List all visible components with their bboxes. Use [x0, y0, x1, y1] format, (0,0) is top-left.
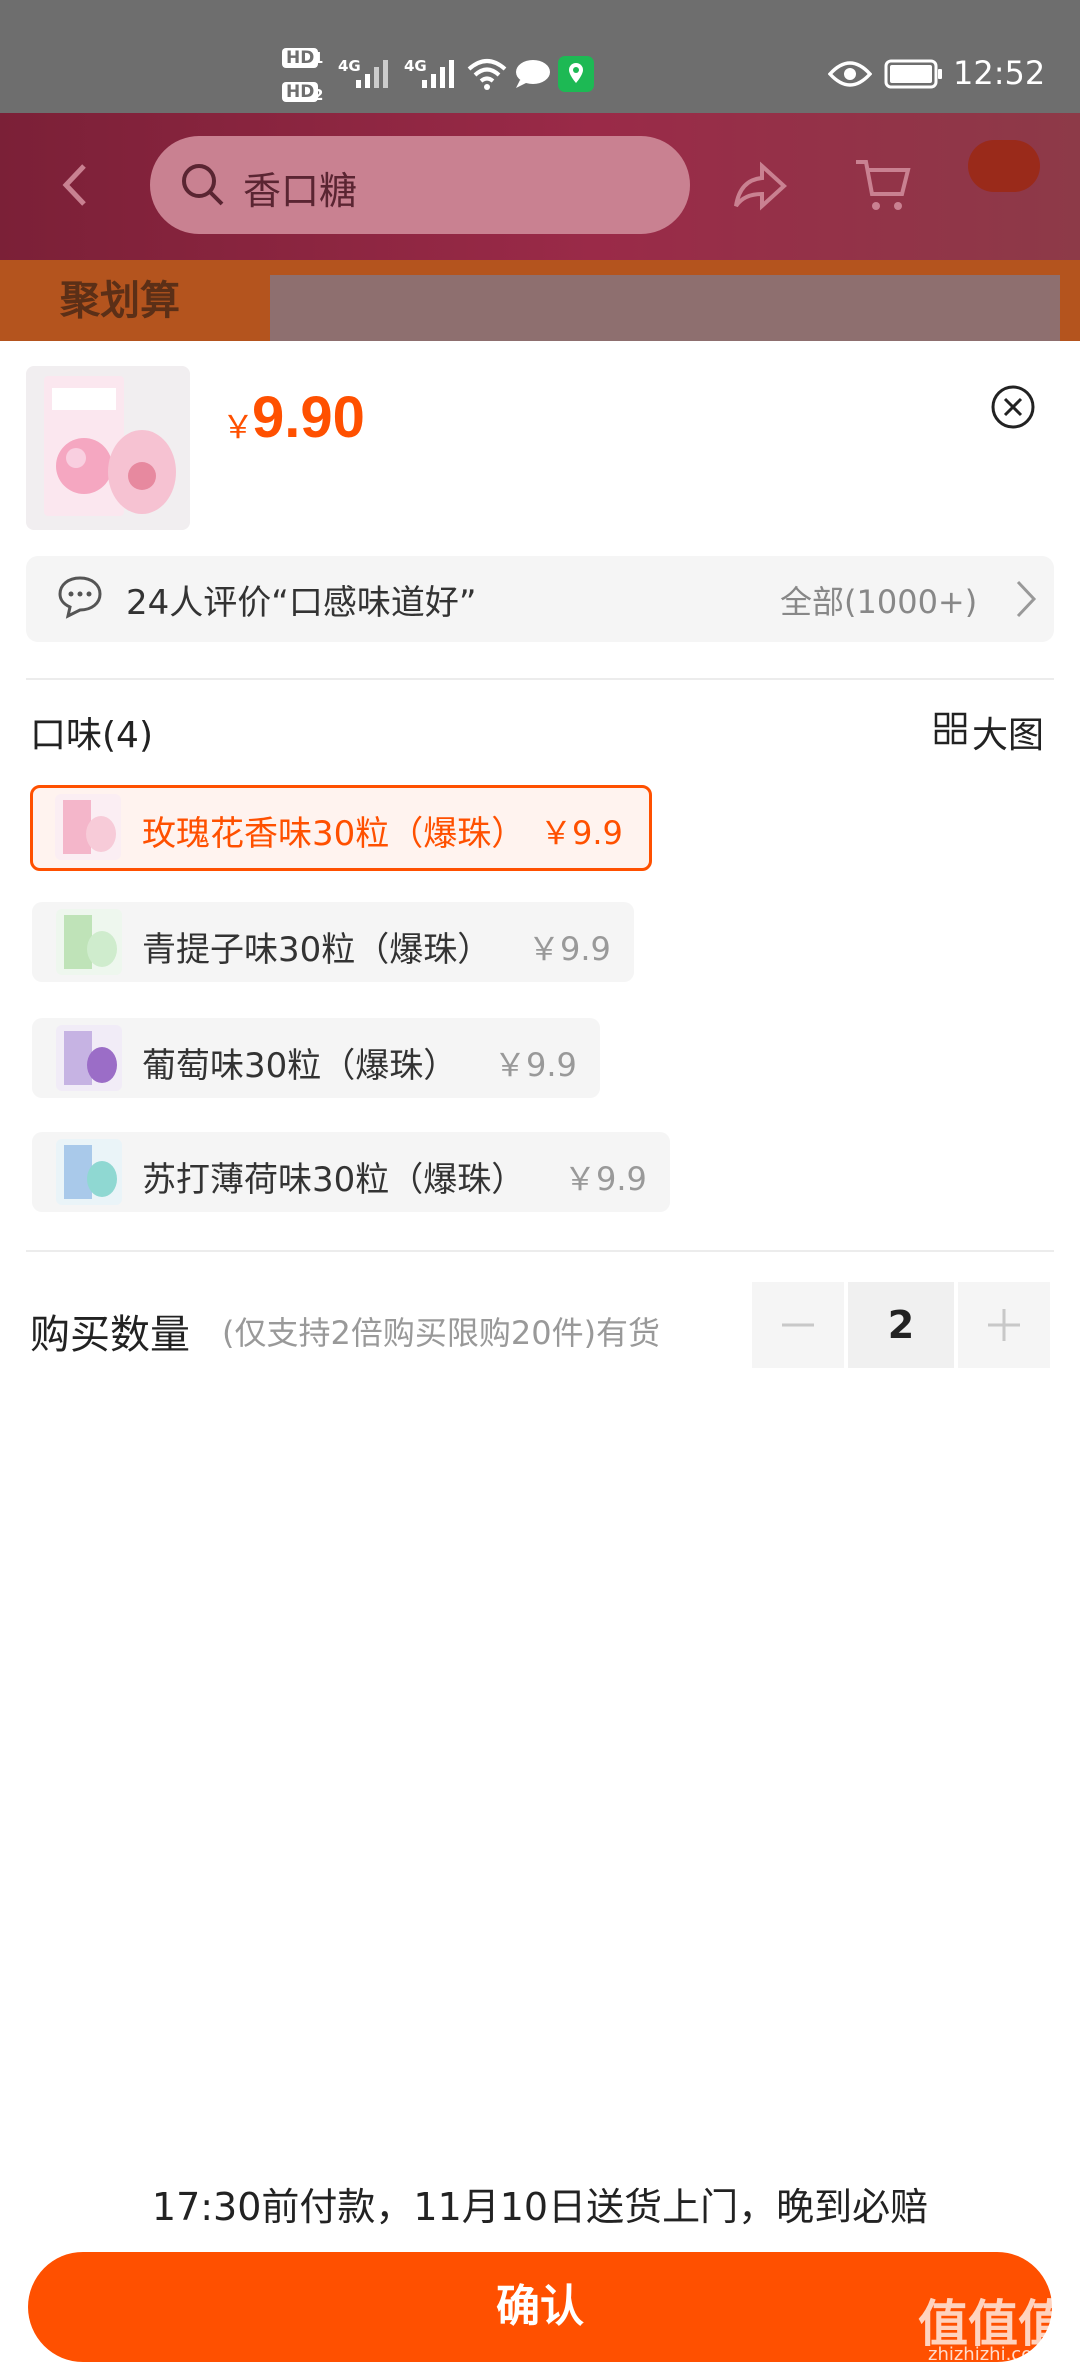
wifi-icon [467, 59, 507, 90]
flavor-option-price: ￥9.9 [528, 930, 611, 968]
clock: 12:52 [953, 54, 1046, 92]
quantity-minus-button[interactable] [752, 1282, 844, 1368]
quantity-label: 购买数量 [30, 1312, 190, 1358]
share-icon[interactable] [732, 160, 788, 212]
product-image-art [44, 376, 176, 516]
flavor-option-thumb [55, 794, 121, 860]
eye-icon [828, 61, 872, 87]
background-banner-panel [270, 275, 1060, 341]
status-bar: HD 1 HD 2 4G 4G 12:52 [0, 0, 1080, 113]
product-price: 9.90 [252, 385, 365, 450]
quantity-input[interactable]: 2 [848, 1282, 954, 1368]
close-icon[interactable] [990, 384, 1036, 430]
price-symbol: ￥ [222, 408, 255, 446]
minus-icon [782, 1323, 814, 1327]
background-banner-text: 聚划算 [60, 278, 180, 324]
location-icon [558, 56, 594, 92]
plus-icon [988, 1309, 1020, 1341]
background-search-bar[interactable] [150, 136, 690, 234]
background-search-text: 香口糖 [243, 169, 358, 213]
flavor-option-thumb [56, 1139, 122, 1205]
chevron-right-icon[interactable] [1014, 578, 1038, 620]
flavor-option-price: ￥9.9 [540, 814, 623, 852]
message-icon [516, 60, 550, 88]
flavor-option-thumb [56, 909, 122, 975]
quantity-note: (仅支持2倍购买限购20件)有货 [222, 1314, 661, 1352]
back-icon[interactable] [60, 162, 92, 208]
flavor-option-price: ￥9.9 [564, 1160, 647, 1198]
cart-icon[interactable] [852, 156, 912, 214]
hd1-sub: 1 [313, 49, 324, 67]
delivery-promise: 17:30前付款，11月10日送货上门，晚到必赔 [151, 2185, 929, 2229]
review-count-link[interactable]: 全部(1000+) [780, 577, 977, 623]
flavor-option-thumb [56, 1025, 122, 1091]
signal-icon [356, 60, 388, 88]
divider [26, 678, 1054, 680]
flavor-section-title: 口味(4) [30, 715, 153, 756]
more-icon[interactable] [968, 140, 1040, 192]
confirm-button[interactable]: 确认 [28, 2252, 1052, 2362]
big-image-button[interactable]: 大图 [972, 706, 1044, 758]
product-image[interactable] [26, 366, 190, 530]
flavor-option-price: ￥9.9 [494, 1046, 577, 1084]
divider [26, 1250, 1054, 1252]
hd2-sub: 2 [313, 86, 324, 104]
grid-icon[interactable] [934, 712, 968, 746]
battery-icon [884, 59, 942, 89]
flavor-option-label: 苏打薄荷味30粒（爆珠） [142, 1160, 526, 1200]
flavor-option-label: 青提子味30粒（爆珠） [142, 930, 492, 970]
quantity-plus-button[interactable] [958, 1282, 1050, 1368]
signal-icon-2 [422, 60, 454, 88]
search-icon [182, 164, 224, 206]
review-highlight-text: 24人评价“口感味道好” [126, 583, 477, 623]
watermark-url: zhizhizhi.com [928, 2344, 1050, 2365]
flavor-option-label: 葡萄味30粒（爆珠） [142, 1046, 458, 1086]
comment-icon [58, 576, 102, 619]
flavor-option-label: 玫瑰花香味30粒（爆珠） [142, 814, 526, 854]
